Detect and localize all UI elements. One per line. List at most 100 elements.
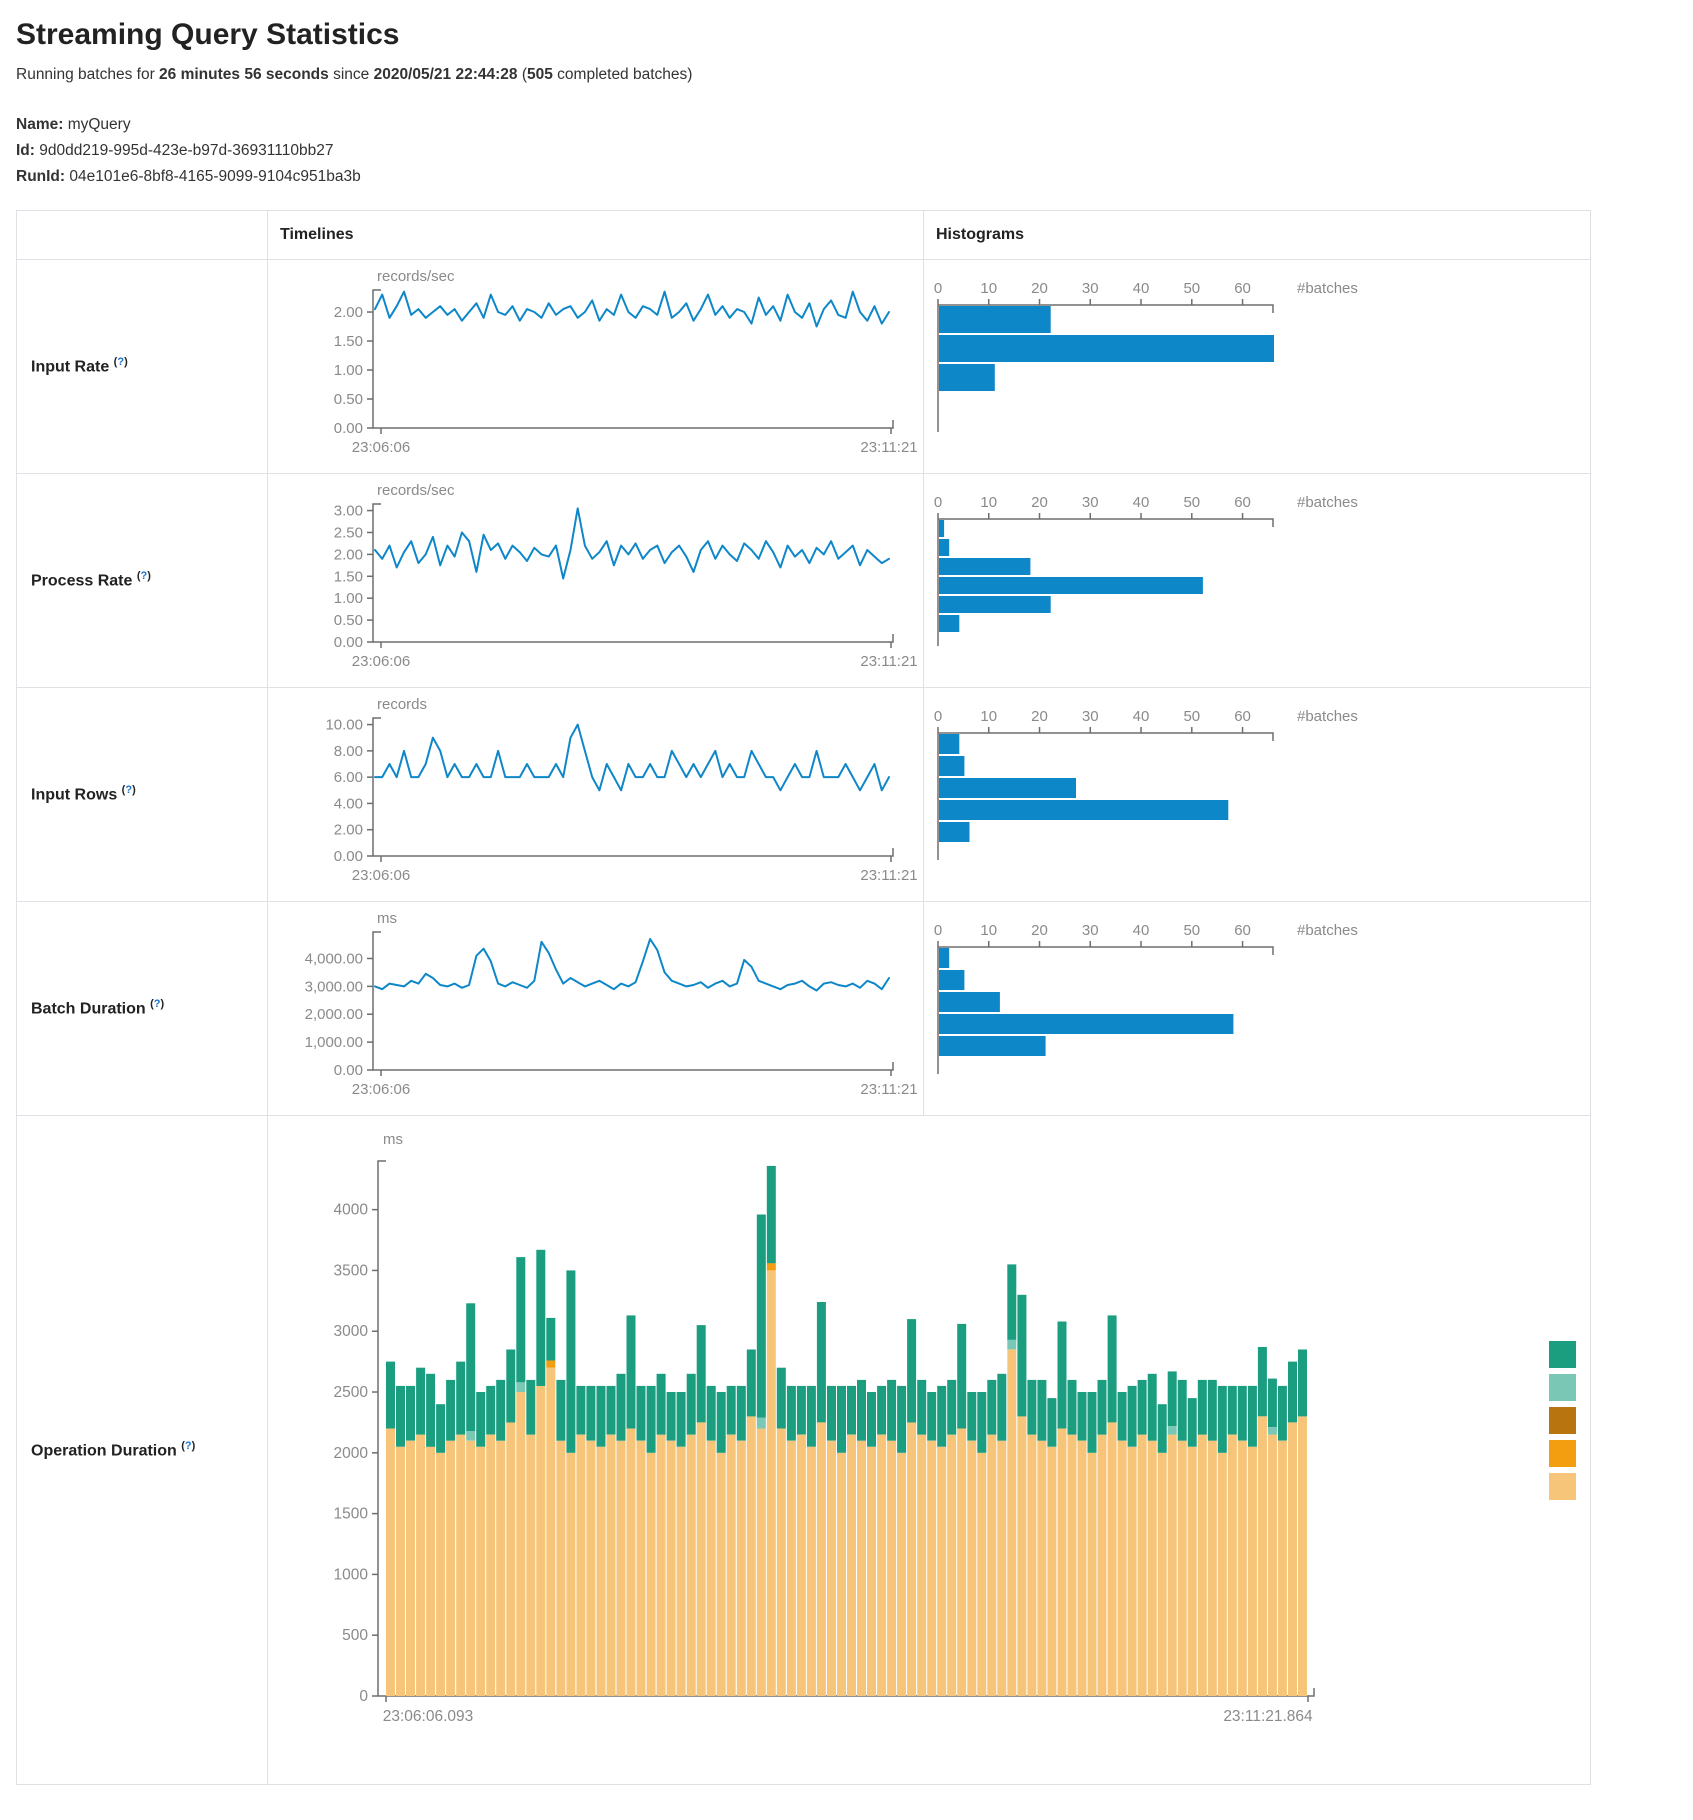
svg-text:0.50: 0.50	[334, 612, 363, 629]
svg-text:20: 20	[1031, 708, 1048, 725]
svg-text:23:11:21: 23:11:21	[860, 867, 917, 884]
batch-duration-histogram-chart: 0102030405060#batches	[924, 902, 1591, 1116]
svg-text:50: 50	[1183, 708, 1200, 725]
svg-text:30: 30	[1082, 280, 1099, 297]
svg-text:20: 20	[1031, 922, 1048, 939]
svg-text:23:06:06: 23:06:06	[352, 867, 410, 884]
input-rows-help-icon[interactable]: (?)	[122, 784, 136, 796]
input-rows-label-cell: Input Rows (?)	[17, 688, 268, 902]
svg-text:20: 20	[1031, 280, 1048, 297]
svg-text:#batches: #batches	[1297, 708, 1358, 725]
svg-text:2500: 2500	[334, 1384, 369, 1401]
svg-text:records/sec: records/sec	[377, 268, 455, 285]
svg-text:23:11:21: 23:11:21	[860, 653, 917, 670]
svg-text:0: 0	[359, 1688, 368, 1705]
operation-duration-help-icon[interactable]: (?)	[181, 1440, 195, 1452]
svg-text:60: 60	[1234, 280, 1251, 297]
svg-text:0.00: 0.00	[334, 1062, 363, 1079]
svg-text:3500: 3500	[334, 1262, 369, 1279]
svg-text:ms: ms	[377, 910, 397, 927]
input-rows-timeline-chart: records0.002.004.006.008.0010.0023:06:06…	[268, 688, 924, 902]
table-header-row: Timelines Histograms	[17, 211, 1591, 260]
svg-text:2000: 2000	[334, 1445, 369, 1462]
svg-text:ms: ms	[383, 1131, 403, 1148]
summary-mid: since	[329, 66, 374, 83]
query-id-label: Id:	[16, 142, 35, 159]
svg-text:records/sec: records/sec	[377, 482, 455, 499]
summary-suffix: completed batches)	[553, 66, 693, 83]
svg-text:records: records	[377, 696, 427, 713]
svg-text:1000: 1000	[334, 1566, 369, 1583]
svg-text:#batches: #batches	[1297, 494, 1358, 511]
process-rate-timeline-chart: records/sec0.000.501.001.502.002.503.002…	[268, 474, 924, 688]
query-name-label: Name:	[16, 116, 63, 133]
svg-text:60: 60	[1234, 708, 1251, 725]
batch-duration-help-icon[interactable]: (?)	[150, 998, 164, 1010]
svg-text:40: 40	[1133, 494, 1150, 511]
process-rate-help-icon[interactable]: (?)	[137, 570, 151, 582]
query-runid-label: RunId:	[16, 168, 65, 185]
start-timestamp: 2020/05/21 22:44:28	[374, 66, 518, 83]
input-rows-histogram-chart: 0102030405060#batches	[924, 688, 1591, 902]
summary-prefix: Running batches for	[16, 66, 159, 83]
svg-text:30: 30	[1082, 494, 1099, 511]
header-histograms: Histograms	[924, 211, 1591, 260]
svg-text:1.50: 1.50	[334, 333, 363, 350]
completed-batches-count: 505	[527, 66, 553, 83]
input-rate-label: Input Rate	[31, 359, 109, 376]
svg-text:10: 10	[980, 280, 997, 297]
svg-text:0.50: 0.50	[334, 391, 363, 408]
svg-text:50: 50	[1183, 280, 1200, 297]
svg-text:3.00: 3.00	[334, 503, 363, 520]
svg-text:0: 0	[934, 708, 942, 725]
svg-text:1.00: 1.00	[334, 590, 363, 607]
table-row: Process Rate (?) records/sec 0.00 0.50 1.00…	[17, 474, 1591, 688]
operation-duration-stacked-chart: ms0500100015002000250030003500400023:06:…	[268, 1116, 1591, 1785]
input-rows-label: Input Rows	[31, 787, 117, 804]
svg-text:2.00: 2.00	[334, 822, 363, 839]
batch-duration-label-cell: Batch Duration (?)	[17, 902, 268, 1116]
svg-text:4000: 4000	[334, 1202, 369, 1219]
query-name-value: myQuery	[63, 116, 130, 133]
svg-text:0: 0	[934, 280, 942, 297]
input-rate-label-cell: Input Rate (?)	[17, 260, 268, 474]
running-duration: 26 minutes 56 seconds	[159, 66, 329, 83]
svg-text:40: 40	[1133, 708, 1150, 725]
svg-text:1.00: 1.00	[334, 362, 363, 379]
svg-text:1.50: 1.50	[334, 568, 363, 585]
svg-text:0.00: 0.00	[334, 848, 363, 865]
query-meta: Name: myQuery Id: 9d0dd219-995d-423e-b97…	[16, 112, 1693, 190]
svg-text:3000: 3000	[334, 1323, 369, 1340]
svg-text:0: 0	[934, 922, 942, 939]
table-row: Input Rows (?) records0.002.004.006.008.…	[17, 688, 1591, 902]
svg-text:23:11:21.864: 23:11:21.864	[1223, 1708, 1313, 1725]
svg-text:30: 30	[1082, 708, 1099, 725]
process-rate-label-cell: Process Rate (?)	[17, 474, 268, 688]
svg-text:23:06:06.093: 23:06:06.093	[383, 1708, 474, 1725]
svg-text:1,000.00: 1,000.00	[305, 1034, 363, 1051]
input-rate-help-icon[interactable]: (?)	[114, 356, 128, 368]
svg-text:23:06:06: 23:06:06	[352, 1081, 410, 1098]
summary-paren: (	[518, 66, 527, 83]
svg-text:60: 60	[1234, 922, 1251, 939]
input-rate-timeline-chart: records/sec0.000.501.001.502.0023:06:062…	[268, 260, 924, 474]
svg-text:0.00: 0.00	[334, 420, 363, 437]
svg-text:40: 40	[1133, 280, 1150, 297]
svg-text:23:11:21: 23:11:21	[860, 439, 917, 456]
svg-text:1500: 1500	[334, 1506, 369, 1523]
svg-text:10: 10	[980, 494, 997, 511]
svg-text:50: 50	[1183, 494, 1200, 511]
svg-text:10: 10	[980, 922, 997, 939]
svg-text:8.00: 8.00	[334, 743, 363, 760]
svg-text:#batches: #batches	[1297, 922, 1358, 939]
svg-text:40: 40	[1133, 922, 1150, 939]
svg-text:50: 50	[1183, 922, 1200, 939]
svg-text:20: 20	[1031, 494, 1048, 511]
streaming-statistics-page: Streaming Query Statistics Running batch…	[0, 0, 1693, 1795]
table-row: Batch Duration (?) ms 0.00 1,000.00 2,000.0…	[17, 902, 1591, 1116]
svg-text:23:11:21: 23:11:21	[860, 1081, 917, 1098]
svg-text:0.00: 0.00	[334, 634, 363, 651]
header-empty	[17, 211, 268, 260]
running-batches-summary: Running batches for 26 minutes 56 second…	[16, 66, 1693, 84]
svg-text:2,000.00: 2,000.00	[305, 1006, 363, 1023]
